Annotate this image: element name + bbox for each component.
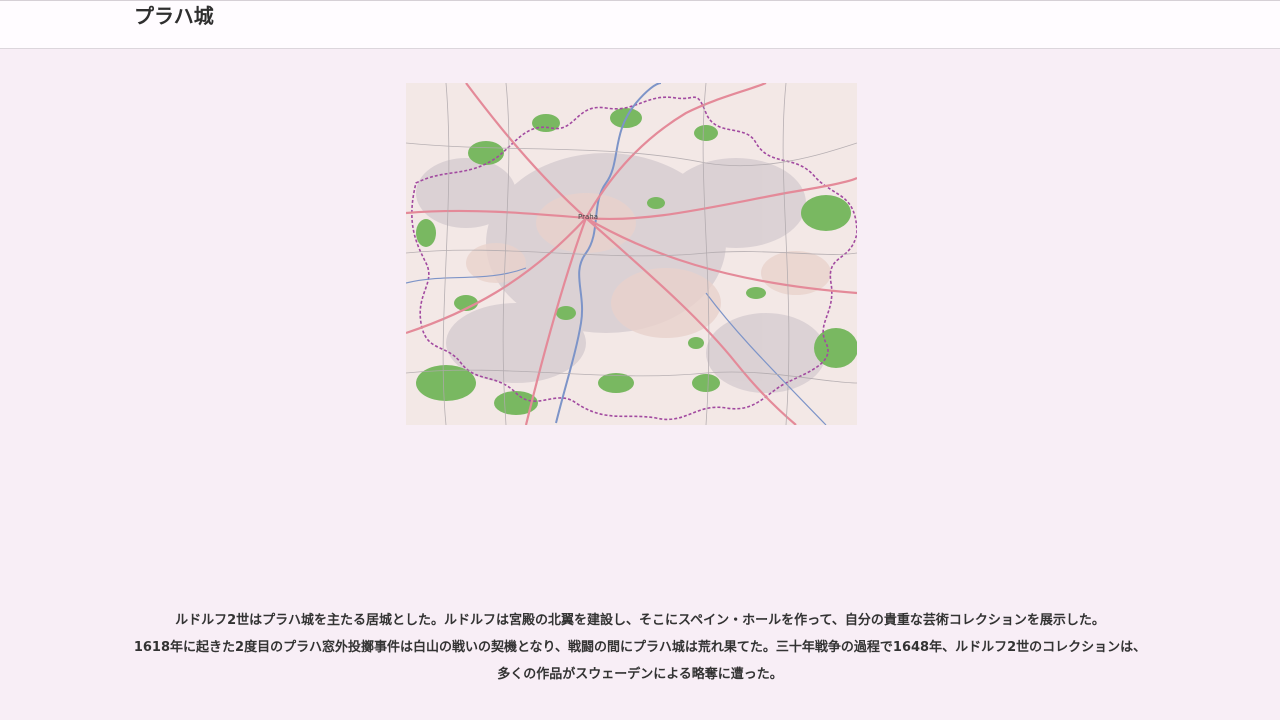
description-text: ルドルフ2世はプラハ城を主たる居城とした。ルドルフは宮殿の北翼を建設し、そこにス… (60, 607, 1220, 688)
description-line-1: ルドルフ2世はプラハ城を主たる居城とした。ルドルフは宮殿の北翼を建設し、そこにス… (175, 613, 1105, 628)
map-graphic: Praha (406, 83, 857, 425)
description-line-3: 多くの作品がスウェーデンによる略奪に遭った。 (497, 667, 783, 682)
top-bar: プラハ城 (0, 0, 1280, 49)
page-title: プラハ城 (134, 4, 214, 28)
description-line-2: 1618年に起きた2度目のプラハ窓外投擲事件は白山の戦いの契機となり、戦闘の間に… (133, 640, 1147, 655)
map-place-label: Praha (578, 213, 598, 221)
prague-map-image: Praha (406, 83, 857, 425)
